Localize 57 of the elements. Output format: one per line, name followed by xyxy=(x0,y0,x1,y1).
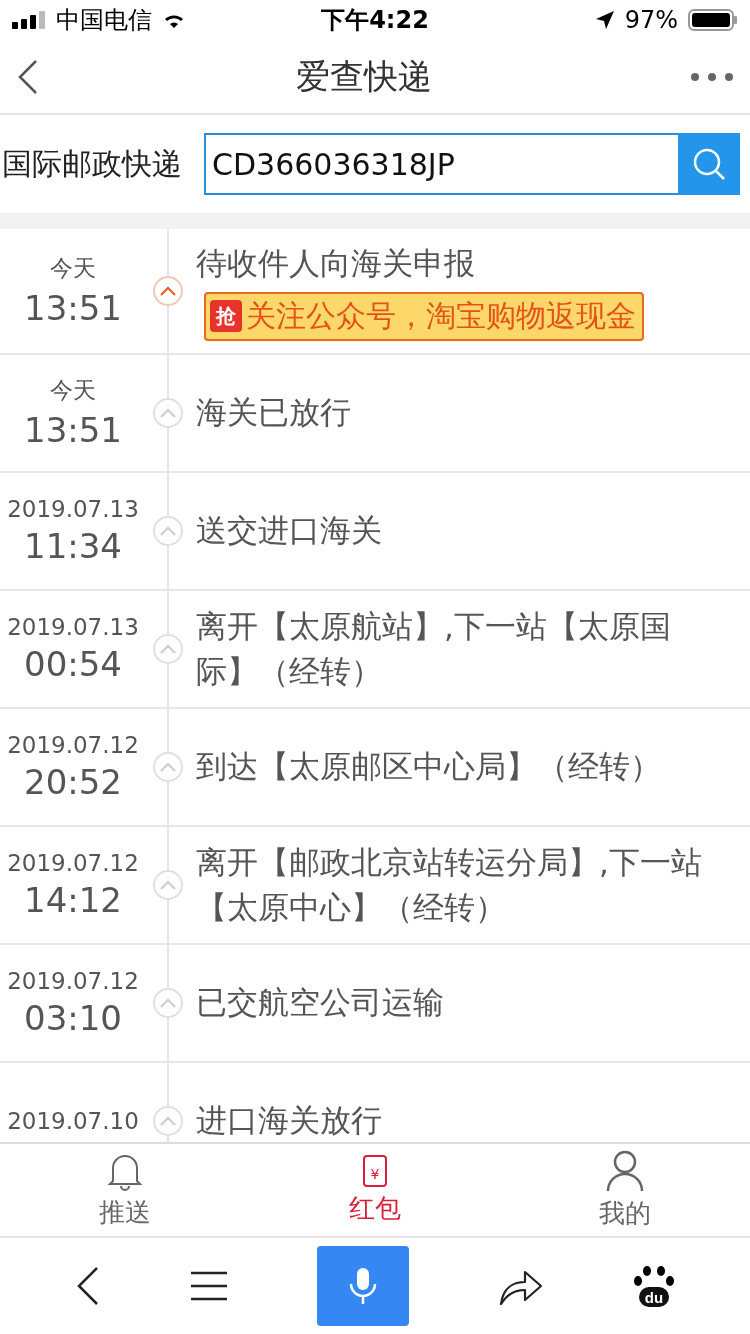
chevron-up-icon xyxy=(160,407,176,418)
event-time: 11:34 xyxy=(24,525,122,566)
carrier-name: 中国电信 xyxy=(56,5,152,36)
microphone-icon xyxy=(347,1266,379,1306)
tracking-number-field[interactable]: CD366036318JP xyxy=(204,133,678,195)
chevron-up-icon xyxy=(160,525,176,536)
chevron-up-icon xyxy=(160,643,176,654)
event-time: 13:51 xyxy=(24,288,122,329)
grab-icon: 抢 xyxy=(210,300,242,333)
courier-name[interactable]: 国际邮政快递 xyxy=(2,143,182,185)
event-description: 海关已放行 xyxy=(196,393,352,433)
envelope-icon: ¥ xyxy=(363,1154,387,1187)
event-description: 已交航空公司运输 xyxy=(196,983,445,1023)
person-icon xyxy=(605,1149,645,1192)
event-date: 2019.07.13 xyxy=(7,495,139,522)
event-description: 进口海关放行 xyxy=(196,1101,383,1141)
more-button[interactable] xyxy=(690,71,734,82)
event-date: 2019.07.12 xyxy=(7,849,139,876)
bottom-tab[interactable]: 推送 xyxy=(0,1144,250,1236)
event-time: 00:54 xyxy=(24,643,122,684)
search-icon xyxy=(691,146,727,182)
event-description: 到达【太原邮区中心局】（经转） xyxy=(196,747,662,787)
event-description: 离开【太原航站】,下一站【太原国际】（经转） xyxy=(196,607,672,691)
chevron-up-icon xyxy=(160,761,176,772)
event-date: 2019.07.12 xyxy=(7,731,139,758)
event-description: 送交进口海关 xyxy=(196,511,383,551)
back-button[interactable] xyxy=(75,1266,101,1306)
location-arrow-icon xyxy=(594,10,615,30)
paw-logo-button[interactable]: du xyxy=(633,1265,675,1307)
bottom-tab[interactable]: 我的 xyxy=(500,1144,750,1236)
event-time: 20:52 xyxy=(24,761,122,802)
event-time: 14:12 xyxy=(24,879,122,920)
event-description: 离开【邮政北京站转运分局】,下一站【太原中心】（经转） xyxy=(196,843,703,927)
event-description: 待收件人向海关申报 xyxy=(196,244,476,283)
chevron-up-icon xyxy=(160,997,176,1008)
voice-button[interactable] xyxy=(317,1246,409,1326)
chevron-up-icon xyxy=(160,879,176,890)
event-time: 13:51 xyxy=(24,410,122,451)
battery-icon xyxy=(688,9,738,31)
status-time: 下午4:22 xyxy=(321,5,429,36)
search-button[interactable] xyxy=(678,133,740,195)
bottom-tab[interactable]: ¥ 红包 xyxy=(250,1144,500,1236)
event-date: 今天 xyxy=(50,376,96,406)
event-date: 2019.07.12 xyxy=(7,967,139,994)
menu-button[interactable] xyxy=(191,1271,227,1301)
battery-percent: 97% xyxy=(624,6,678,34)
event-date: 2019.07.13 xyxy=(7,613,139,640)
event-date: 2019.07.10 xyxy=(7,1107,139,1134)
promo-text: 关注公众号，淘宝购物返现金 xyxy=(246,296,636,335)
chevron-up-icon xyxy=(160,1115,176,1126)
event-date: 今天 xyxy=(50,254,96,284)
event-time: 03:10 xyxy=(24,997,122,1038)
promo-banner[interactable]: 抢 关注公众号，淘宝购物返现金 xyxy=(204,291,644,341)
signal-icon xyxy=(12,11,46,29)
page-title: 爱查快递 xyxy=(296,54,432,98)
back-button[interactable] xyxy=(16,58,38,95)
chevron-up-icon xyxy=(160,285,176,296)
